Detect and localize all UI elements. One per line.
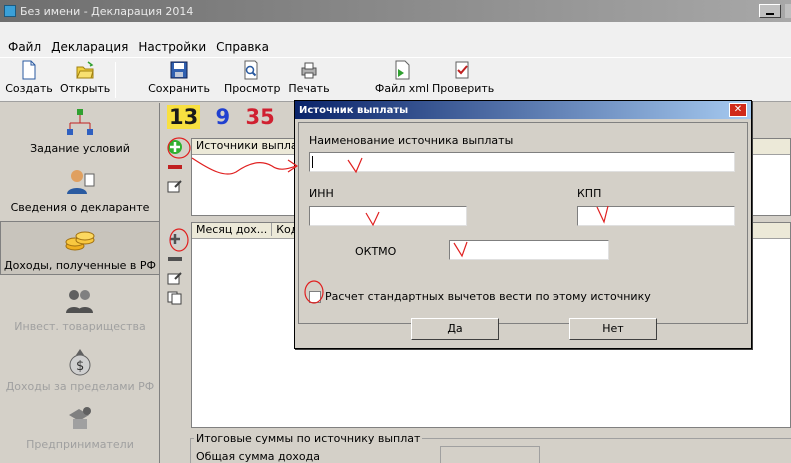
rate-9-tab[interactable]: 9 bbox=[216, 105, 231, 129]
add-income-icon[interactable] bbox=[167, 231, 183, 247]
preview-button[interactable]: Просмотр bbox=[224, 60, 280, 100]
add-source-icon[interactable] bbox=[167, 139, 183, 155]
declarant-icon bbox=[67, 170, 95, 194]
remove-income-icon[interactable] bbox=[167, 255, 183, 263]
menubar: Файл Декларация Настройки Справка bbox=[0, 37, 791, 57]
income-rf-icon bbox=[65, 231, 95, 251]
inn-input[interactable] bbox=[309, 206, 467, 226]
text-caret bbox=[312, 156, 313, 168]
sidebar-item-entrepreneurs[interactable]: Предприниматели bbox=[0, 403, 160, 451]
edit-income-icon[interactable] bbox=[167, 271, 183, 285]
window-titlebar: Без имени - Декларация 2014 bbox=[0, 0, 791, 22]
conditions-icon bbox=[67, 109, 93, 135]
vertical-toolbar bbox=[163, 103, 191, 463]
yes-button[interactable]: Да bbox=[411, 318, 499, 340]
save-icon bbox=[170, 61, 188, 79]
open-folder-icon bbox=[76, 61, 94, 79]
preview-icon bbox=[244, 60, 258, 80]
sidebar-item-income-rf[interactable]: Доходы, полученные в РФ bbox=[0, 221, 160, 275]
sidebar-item-conditions[interactable]: Задание условий bbox=[0, 107, 160, 155]
sidebar: Задание условий Сведения о декларанте До… bbox=[0, 103, 160, 463]
sidebar-item-declarant[interactable]: Сведения о декларанте bbox=[0, 166, 160, 214]
dialog-close-button[interactable]: ✕ bbox=[729, 103, 747, 117]
standard-deductions-checkbox-row[interactable]: Расчет стандартных вычетов вести по этом… bbox=[309, 290, 651, 303]
sidebar-item-foreign-income[interactable]: $ Доходы за пределами РФ bbox=[0, 345, 160, 393]
payment-source-dialog: Источник выплаты ✕ Наименование источник… bbox=[294, 100, 752, 349]
edit-source-icon[interactable] bbox=[167, 179, 183, 193]
kpp-input[interactable] bbox=[577, 206, 735, 226]
sidebar-item-investment[interactable]: Инвест. товарищества bbox=[0, 285, 160, 333]
toolbar: Создать Открыть Сохранить Просмотр Печат… bbox=[0, 57, 791, 102]
tax-rate-tabs: 13 9 35 bbox=[167, 105, 283, 129]
kpp-label: КПП bbox=[577, 187, 602, 200]
window-edge bbox=[785, 4, 791, 18]
sources-header-col[interactable]: Источники выплат bbox=[196, 139, 310, 152]
investment-icon bbox=[66, 290, 93, 313]
rate-35-tab[interactable]: 35 bbox=[245, 105, 274, 129]
name-label: Наименование источника выплаты bbox=[309, 134, 514, 147]
entrepreneurs-icon bbox=[69, 407, 91, 429]
oktmo-label: ОКТМО bbox=[355, 245, 397, 258]
income-col-month[interactable]: Месяц дох... bbox=[196, 223, 273, 236]
inn-label: ИНН bbox=[309, 187, 334, 200]
minimize-button[interactable] bbox=[759, 4, 781, 18]
print-button[interactable]: Печать bbox=[284, 60, 334, 100]
svg-text:$: $ bbox=[76, 359, 84, 374]
foreign-income-icon: $ bbox=[69, 349, 91, 376]
xml-file-icon bbox=[395, 60, 410, 80]
menu-declaration[interactable]: Декларация bbox=[51, 40, 128, 54]
print-icon bbox=[301, 62, 317, 79]
save-button[interactable]: Сохранить bbox=[148, 60, 210, 100]
rate-13-tab[interactable]: 13 bbox=[167, 105, 201, 129]
menu-file[interactable]: Файл bbox=[8, 40, 41, 54]
no-button[interactable]: Нет bbox=[569, 318, 657, 340]
name-input[interactable] bbox=[309, 152, 735, 172]
standard-deductions-label: Расчет стандартных вычетов вести по этом… bbox=[325, 290, 651, 303]
standard-deductions-checkbox[interactable] bbox=[309, 290, 321, 303]
menubar-gap bbox=[0, 22, 791, 37]
check-icon bbox=[455, 61, 469, 79]
remove-source-icon[interactable] bbox=[167, 163, 183, 171]
toolbar-separator bbox=[115, 62, 116, 98]
xml-file-button[interactable]: Файл xml bbox=[374, 60, 430, 100]
dialog-titlebar: Источник выплаты bbox=[295, 101, 751, 119]
total-income-value bbox=[440, 446, 540, 463]
menu-help[interactable]: Справка bbox=[216, 40, 269, 54]
dialog-title: Источник выплаты bbox=[299, 104, 409, 116]
app-icon bbox=[4, 5, 16, 17]
summary-legend: Итоговые суммы по источнику выплат bbox=[194, 432, 423, 445]
check-button[interactable]: Проверить bbox=[432, 60, 494, 100]
summary-group: Итоговые суммы по источнику выплат Общая… bbox=[190, 432, 791, 463]
create-button[interactable]: Создать bbox=[4, 60, 54, 100]
open-button[interactable]: Открыть bbox=[60, 60, 110, 100]
new-doc-icon bbox=[22, 60, 36, 80]
window-title: Без имени - Декларация 2014 bbox=[20, 4, 194, 18]
oktmo-input[interactable] bbox=[449, 240, 609, 260]
menu-settings[interactable]: Настройки bbox=[138, 40, 206, 54]
total-income-label: Общая сумма дохода bbox=[196, 450, 320, 463]
copy-income-icon[interactable] bbox=[167, 291, 183, 305]
